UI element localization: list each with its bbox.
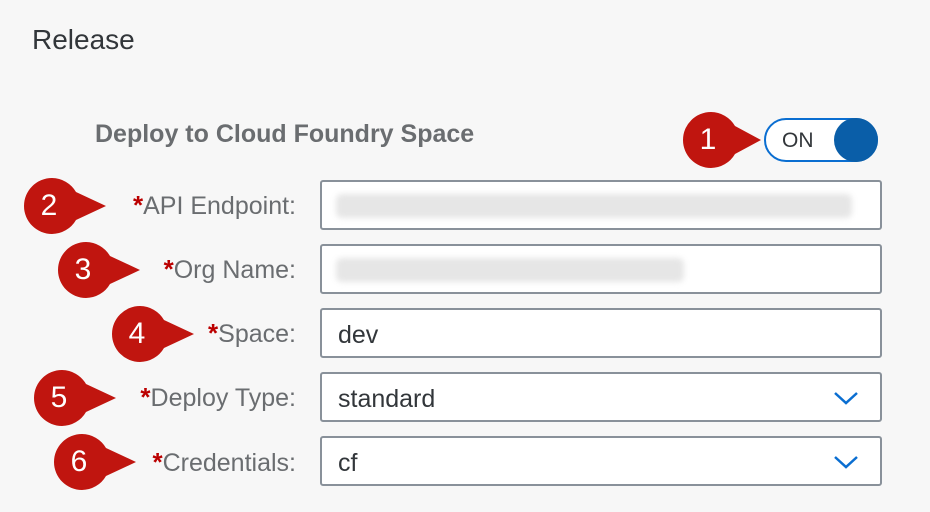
space-input-value: dev	[338, 321, 379, 349]
redacted-value	[336, 258, 684, 282]
chevron-down-icon[interactable]	[832, 452, 860, 472]
deploy-type-label-text: Deploy Type:	[150, 384, 296, 412]
org-name-label-text: Org Name:	[173, 256, 296, 284]
org-name-label: *Org Name:	[0, 254, 296, 285]
callout-2: 2	[24, 178, 106, 234]
credentials-select[interactable]: cf	[320, 436, 882, 486]
org-name-input[interactable]	[320, 244, 882, 294]
callout-5: 5	[34, 370, 116, 426]
api-endpoint-label-text: API Endpoint:	[143, 192, 296, 220]
space-label-text: Space:	[218, 320, 296, 348]
required-marker: *	[140, 382, 151, 412]
deploy-toggle[interactable]: ON	[764, 118, 878, 162]
callout-number: 6	[70, 445, 88, 478]
callout-number: 4	[128, 317, 146, 350]
credentials-label: *Credentials:	[0, 447, 296, 478]
chevron-down-icon[interactable]	[832, 388, 860, 408]
callout-number: 5	[50, 381, 68, 414]
deploy-type-value: standard	[338, 385, 436, 413]
callout-6: 6	[54, 434, 136, 490]
toggle-state-text: ON	[782, 129, 814, 152]
callout-number: 3	[74, 253, 92, 286]
toggle-knob[interactable]	[834, 118, 878, 162]
release-title: Release	[32, 24, 135, 55]
callout-number: 2	[40, 189, 58, 222]
space-input[interactable]: dev	[320, 308, 882, 358]
deploy-type-select[interactable]: standard	[320, 372, 882, 422]
deploy-section-label: Deploy to Cloud Foundry Space	[95, 120, 475, 148]
callout-number: 1	[699, 123, 717, 156]
required-marker: *	[152, 447, 163, 477]
callout-3: 3	[58, 242, 140, 298]
required-marker: *	[132, 190, 144, 220]
redacted-value	[336, 194, 852, 218]
callout-4: 4	[112, 306, 194, 362]
credentials-label-text: Credentials:	[162, 449, 296, 477]
callout-1: 1	[683, 112, 761, 168]
api-endpoint-input[interactable]	[320, 180, 882, 230]
credentials-value: cf	[338, 449, 358, 477]
required-marker: *	[208, 318, 219, 348]
required-marker: *	[163, 254, 174, 284]
